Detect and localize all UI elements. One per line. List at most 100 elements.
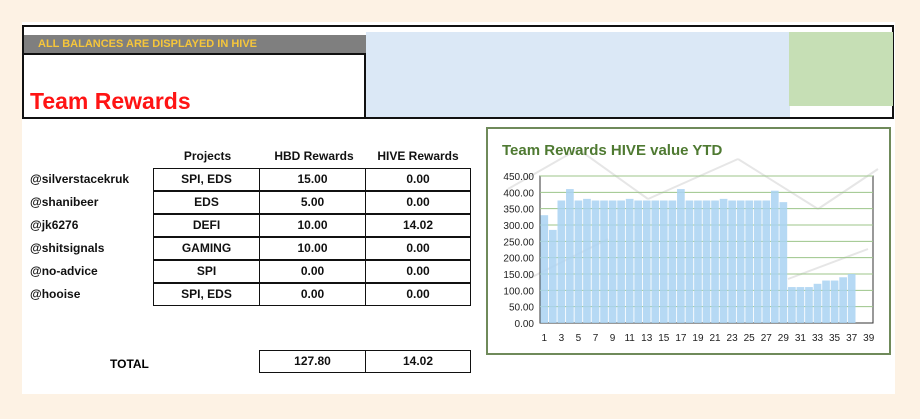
chart-bar [745, 200, 754, 323]
chart-bar [770, 190, 779, 323]
chart-bar [668, 200, 677, 323]
chart-bar [566, 189, 574, 323]
row-projects-cell[interactable]: SPI, EDS [153, 283, 260, 306]
row-hbd-cell[interactable]: 15.00 [259, 168, 366, 191]
row-projects-cell[interactable]: EDS [153, 191, 260, 214]
row-handle: @jk6276 [30, 218, 79, 232]
row-handle: @silverstacekruk [30, 172, 130, 186]
chart-bar [711, 200, 719, 323]
row-hive-cell[interactable]: 0.00 [365, 260, 471, 283]
row-projects-cell[interactable]: GAMING [153, 237, 260, 260]
chart-bar [651, 200, 660, 323]
background-network-line [817, 168, 879, 210]
chart-bar [839, 277, 847, 323]
hbd-rewards-header: HBD Rewards [274, 149, 354, 163]
x-tick-label: 19 [692, 333, 704, 344]
x-tick-label: 7 [593, 333, 599, 344]
x-tick-label: 1 [541, 333, 547, 344]
chart-bar [719, 198, 728, 323]
x-tick-label: 3 [559, 333, 565, 344]
chart-bar [694, 200, 702, 323]
row-hive-cell[interactable]: 0.00 [365, 237, 471, 260]
chart-bar [548, 229, 557, 323]
y-tick-label: 100.00 [503, 286, 534, 297]
chart-bar [634, 200, 643, 323]
x-tick-label: 9 [610, 333, 616, 344]
y-tick-label: 0.00 [515, 319, 535, 330]
blue-panel [366, 32, 790, 117]
row-hbd-cell[interactable]: 5.00 [259, 191, 366, 214]
chart-bar [762, 200, 771, 323]
y-tick-label: 250.00 [503, 237, 534, 248]
row-handle: @hooise [30, 287, 81, 301]
row-hive-cell[interactable]: 0.00 [365, 168, 471, 191]
x-tick-label: 33 [812, 333, 824, 344]
header-divider-vertical [364, 54, 366, 118]
row-projects-cell[interactable]: SPI [153, 260, 260, 283]
chart-bar [608, 200, 617, 323]
row-hive-cell[interactable]: 0.00 [365, 283, 471, 306]
y-tick-label: 400.00 [503, 188, 534, 199]
row-hbd-cell[interactable]: 0.00 [259, 283, 366, 306]
header-divider-horizontal [24, 53, 366, 55]
chart-title: Team Rewards HIVE value YTD [502, 142, 723, 159]
x-tick-label: 23 [727, 333, 739, 344]
x-tick-label: 11 [624, 333, 635, 344]
chart-bar [677, 189, 685, 323]
row-hbd-cell[interactable]: 10.00 [259, 214, 366, 237]
chart-bar [813, 283, 822, 323]
chart-bar [540, 215, 549, 323]
chart-bar [642, 200, 651, 323]
total-hbd-cell[interactable]: 127.80 [259, 350, 366, 373]
row-handle: @shitsignals [30, 241, 105, 255]
chart-bar [728, 200, 736, 323]
row-hive-cell[interactable]: 0.00 [365, 191, 471, 214]
green-panel [789, 32, 893, 106]
rewards-chart-svg: Team Rewards HIVE value YTD 0.00 50.00 100.… [502, 142, 879, 344]
x-tick-label: 37 [846, 333, 858, 344]
total-hive-cell[interactable]: 14.02 [365, 350, 471, 373]
x-tick-label: 35 [829, 333, 841, 344]
row-hbd-cell[interactable]: 0.00 [259, 260, 366, 283]
row-hive-cell[interactable]: 14.02 [365, 214, 471, 237]
chart-bar [779, 202, 788, 323]
chart-bar [574, 200, 583, 323]
chart-bar [805, 287, 813, 323]
y-tick-label: 200.00 [503, 254, 534, 265]
chart-bar [736, 200, 745, 323]
row-projects-cell[interactable]: DEFI [153, 214, 260, 237]
chart-bar [557, 200, 566, 323]
y-tick-label: 350.00 [503, 205, 534, 216]
x-tick-label: 15 [658, 333, 670, 344]
row-projects-cell[interactable]: SPI, EDS [153, 168, 260, 191]
chart-bar [788, 287, 796, 323]
chart-bar [796, 287, 805, 323]
rewards-chart[interactable]: Team Rewards HIVE value YTD 0.00 50.00 100.… [486, 127, 891, 355]
y-tick-label: 150.00 [503, 270, 534, 281]
x-tick-label: 39 [863, 333, 875, 344]
x-tick-label: 29 [778, 333, 790, 344]
x-tick-label: 5 [576, 333, 582, 344]
chart-bar [830, 280, 839, 323]
chart-bar [600, 200, 608, 323]
chart-bar [753, 200, 762, 323]
x-tick-label: 17 [675, 333, 687, 344]
x-tick-label: 13 [641, 333, 653, 344]
x-tick-label: 27 [761, 333, 773, 344]
y-tick-label: 50.00 [509, 303, 534, 314]
row-hbd-cell[interactable]: 10.00 [259, 237, 366, 260]
chart-bar [685, 200, 694, 323]
chart-bar [847, 274, 856, 323]
chart-bar [659, 200, 668, 323]
chart-bar [591, 200, 600, 323]
y-tick-label: 450.00 [503, 172, 534, 183]
hive-rewards-header: HIVE Rewards [377, 149, 459, 163]
projects-header: Projects [183, 149, 232, 163]
chart-bar [583, 198, 591, 323]
page-title: Team Rewards [30, 88, 191, 114]
chart-bar [702, 200, 711, 323]
background-network-line [647, 158, 739, 200]
chart-bar [617, 200, 625, 323]
balances-banner: ALL BALANCES ARE DISPLAYED IN HIVE [24, 35, 366, 54]
chart-bar [822, 280, 830, 323]
